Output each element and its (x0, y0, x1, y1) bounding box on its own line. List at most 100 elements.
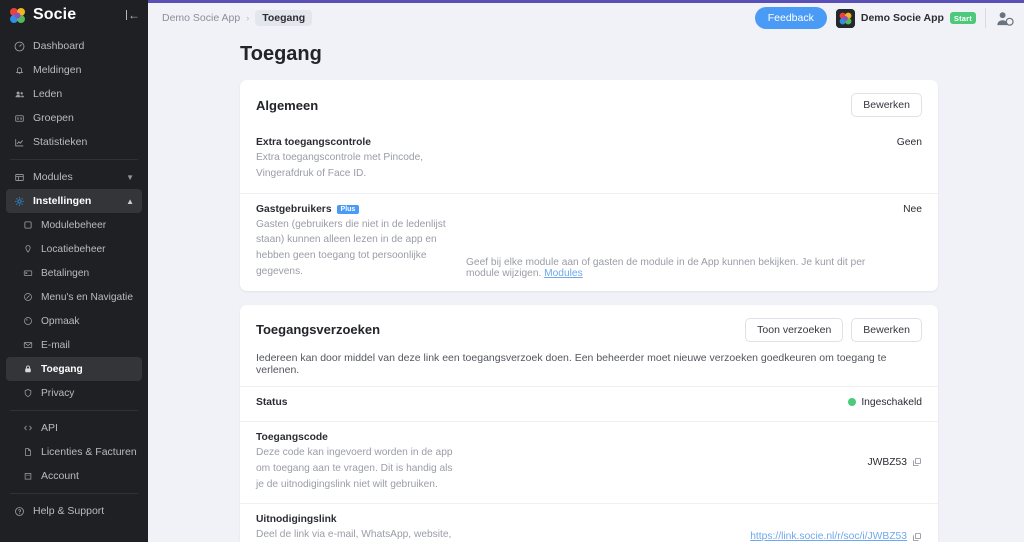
sidebar-item-leden[interactable]: Leden (6, 82, 142, 106)
uitnodigingslink-value: https://link.socie.nl/r/soc/i/JWBZ53 (750, 531, 922, 542)
sidebar-item-label: Modules (33, 171, 73, 183)
card-icon (22, 268, 33, 279)
row-left: Extra toegangscontrole Extra toegangscon… (256, 137, 456, 182)
row-label: Gastgebruikers Plus (256, 204, 456, 215)
row-description: Deze code kan ingevoerd worden in de app… (256, 446, 453, 490)
extra-toegangscontrole-row: Extra toegangscontrole Extra toegangscon… (240, 127, 938, 193)
sidebar-item-dashboard[interactable]: Dashboard (6, 34, 142, 58)
grid-icon (14, 172, 25, 183)
sidebar-item-email[interactable]: E-mail (6, 333, 142, 357)
sidebar-item-label: Modulebeheer (41, 219, 107, 231)
status-row: Status Ingeschakeld (240, 385, 938, 421)
socie-logo-icon (8, 6, 27, 25)
lock-icon (22, 364, 33, 375)
sidebar-item-modules[interactable]: Modules ▼ (6, 165, 142, 189)
show-requests-button[interactable]: Toon verzoeken (745, 317, 844, 342)
row-description: Extra toegangscontrole met Pincode, Ving… (256, 152, 424, 179)
question-icon (14, 506, 25, 517)
sidebar-item-label: Meldingen (33, 64, 82, 76)
toegangsverzoeken-edit-button[interactable]: Bewerken (851, 317, 922, 342)
sidebar-item-label: Help & Support (33, 505, 105, 517)
topbar: Demo Socie App › Toegang Feedback Demo S… (148, 0, 1024, 33)
breadcrumb-app[interactable]: Demo Socie App (162, 12, 240, 24)
gastgebruikers-help-text: Geef bij elke module aan of gasten de mo… (466, 257, 893, 280)
sidebar-item-toegang[interactable]: Toegang (6, 357, 142, 381)
groups-icon (14, 113, 25, 124)
sidebar-item-opmaak[interactable]: Opmaak (6, 309, 142, 333)
topbar-divider (985, 8, 986, 28)
chevron-up-icon: ▲ (126, 196, 134, 206)
algemeen-card: Algemeen Bewerken Extra toegangscontrole… (240, 80, 938, 291)
toegangscode-row: Toegangscode Deze code kan ingevoerd wor… (240, 420, 938, 503)
sidebar-item-betalingen[interactable]: Betalingen (6, 261, 142, 285)
brand-name: Socie (33, 6, 77, 23)
sidebar-item-meldingen[interactable]: Meldingen (6, 58, 142, 82)
sidebar-item-label: Instellingen (33, 195, 92, 207)
invite-link[interactable]: https://link.socie.nl/r/soc/i/JWBZ53 (750, 531, 907, 542)
sidebar-item-groepen[interactable]: Groepen (6, 106, 142, 130)
row-left: Gastgebruikers Plus Gasten (gebruikers d… (256, 204, 456, 280)
row-description: Gasten (gebruikers die niet in de ledenl… (256, 218, 446, 278)
user-avatar-icon[interactable] (995, 9, 1014, 28)
toegangsverzoeken-card-actions: Toon verzoeken Bewerken (745, 317, 922, 342)
copy-link-icon[interactable] (912, 532, 922, 542)
row-label: Toegangscode (256, 432, 456, 443)
mail-icon (22, 340, 33, 351)
sidebar-item-statistieken[interactable]: Statistieken (6, 130, 142, 154)
row-left: Toegangscode Deze code kan ingevoerd wor… (256, 432, 456, 492)
sidebar: Socie ← Dashboard Meldingen Leden Groepe… (0, 0, 148, 542)
app-name-label: Demo Socie App (860, 12, 944, 24)
value-text: Geen (896, 137, 922, 148)
breadcrumb: Demo Socie App › Toegang (162, 10, 313, 26)
sidebar-item-modulebeheer[interactable]: Modulebeheer (6, 213, 142, 237)
sidebar-item-label: Account (41, 470, 79, 482)
sidebar-item-locatiebeheer[interactable]: Locatiebeheer (6, 237, 142, 261)
sidebar-item-label: E-mail (41, 339, 70, 351)
plan-badge: Start (949, 12, 976, 24)
row-label-text: Status (256, 396, 288, 408)
sidebar-item-label: Opmaak (41, 315, 80, 327)
sidebar-item-label: API (41, 422, 58, 434)
sidebar-item-label: Groepen (33, 112, 74, 124)
copy-code-icon[interactable] (912, 457, 922, 467)
sidebar-divider-3 (10, 493, 138, 494)
sidebar-item-label: Dashboard (33, 40, 85, 52)
feedback-button[interactable]: Feedback (754, 7, 827, 29)
sidebar-item-label: Toegang (41, 363, 83, 375)
pin-icon (22, 244, 33, 255)
sidebar-item-help-support[interactable]: Help & Support (6, 499, 142, 523)
sidebar-item-api[interactable]: API (6, 416, 142, 440)
toegangsverzoeken-title: Toegangsverzoeken (256, 322, 381, 338)
status-value: Ingeschakeld (861, 396, 922, 408)
row-label-text: Extra toegangscontrole (256, 137, 372, 148)
sidebar-item-label: Statistieken (33, 136, 88, 148)
row-label-text: Gastgebruikers (256, 203, 332, 215)
row-label: Status (256, 397, 456, 408)
sidebar-item-label: Leden (33, 88, 63, 100)
plus-badge: Plus (336, 204, 360, 214)
dashboard-icon (14, 41, 25, 52)
collapse-sidebar-icon[interactable]: ← (125, 9, 140, 21)
toegangsverzoeken-card: Toegangsverzoeken Toon verzoeken Bewerke… (240, 304, 938, 542)
shield-icon (22, 388, 33, 399)
sidebar-item-privacy[interactable]: Privacy (6, 381, 142, 405)
palette-icon (22, 316, 33, 327)
sidebar-item-account[interactable]: Account (6, 464, 142, 488)
page-content: Toegang Algemeen Bewerken Extra toegangs… (148, 33, 1024, 542)
brand: Socie ← (0, 0, 148, 30)
row-left: Status (256, 397, 456, 410)
status-dot-icon (848, 398, 857, 407)
compass-icon (22, 292, 33, 303)
sidebar-item-instellingen[interactable]: Instellingen ▲ (6, 189, 142, 213)
sidebar-item-licenties-facturen[interactable]: Licenties & Facturen (6, 440, 142, 464)
toegangsverzoeken-card-header: Toegangsverzoeken Toon verzoeken Bewerke… (240, 305, 938, 352)
sidebar-item-menus-navigatie[interactable]: Menu's en Navigatie (6, 285, 142, 309)
app-switcher[interactable]: Demo Socie App Start (835, 8, 976, 28)
sidebar-item-label: Licenties & Facturen (41, 446, 137, 458)
page-title: Toegang (240, 43, 322, 65)
modules-link[interactable]: Modules (544, 268, 583, 279)
sidebar-item-label: Privacy (41, 387, 75, 399)
sidebar-item-label: Locatiebeheer (41, 243, 106, 255)
extra-toegangscontrole-value: Geen (897, 137, 922, 148)
algemeen-edit-button[interactable]: Bewerken (851, 93, 922, 117)
